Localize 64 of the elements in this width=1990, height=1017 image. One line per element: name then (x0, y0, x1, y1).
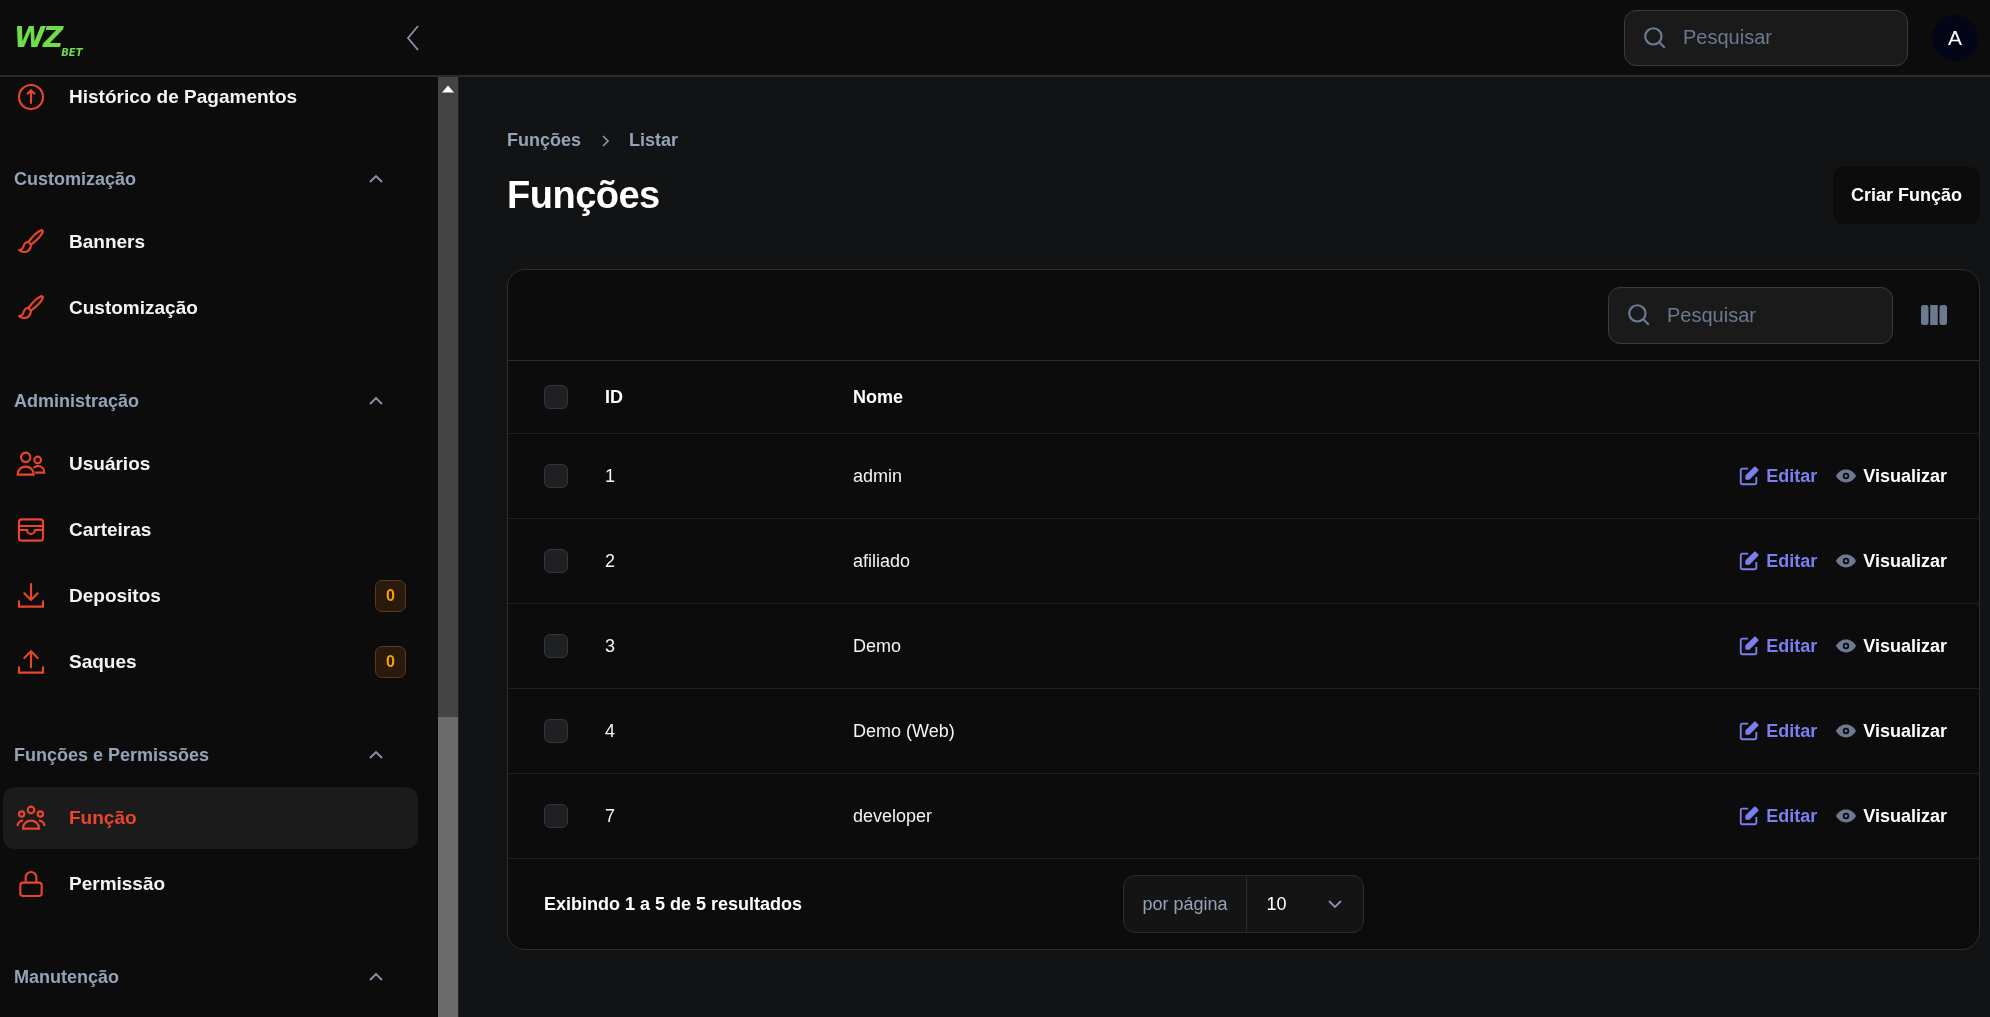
table-cell-text: developer (853, 805, 934, 827)
table-cell-text: 7 (605, 805, 616, 827)
sidebar-item[interactable]: Depositos 0 (3, 565, 418, 627)
scrollbar[interactable] (438, 77, 458, 1017)
column-header[interactable]: ID (605, 386, 853, 408)
sidebar-item[interactable]: Customização (3, 277, 418, 339)
section-header[interactable]: Funções e Permissões (0, 733, 418, 777)
table-cell-text: 3 (605, 635, 616, 657)
row-checkbox[interactable] (544, 634, 568, 658)
chevron-down-icon (1326, 899, 1343, 909)
section-header[interactable]: Customização (0, 157, 418, 201)
scroll-up-icon[interactable] (442, 85, 454, 93)
edit-link[interactable]: Editar (1738, 550, 1818, 572)
count-badge: 0 (375, 646, 406, 678)
edit-link[interactable]: Editar (1738, 720, 1818, 742)
sidebar-item[interactable]: Histórico de Pagamentos (3, 77, 418, 117)
search-field[interactable]: Pesquisar (1624, 9, 1908, 66)
view-link[interactable]: Visualizar (1835, 805, 1947, 827)
edit-icon (1738, 720, 1761, 742)
columns-icon[interactable] (1921, 305, 1947, 325)
edit-link[interactable]: Editar (1738, 635, 1818, 657)
page-title: Funções (507, 174, 660, 217)
table-cell-text: Demo (853, 635, 902, 657)
row-checkbox[interactable] (544, 464, 568, 488)
row-checkbox[interactable] (544, 719, 568, 743)
section-header[interactable]: Manutenção (0, 955, 418, 999)
per-page-select[interactable]: por página 10 (1123, 875, 1364, 933)
select-all-checkbox[interactable] (544, 385, 568, 409)
scrollbar-thumb[interactable] (438, 717, 458, 1017)
edit-link[interactable]: Editar (1738, 465, 1818, 487)
breadcrumb-link[interactable]: Funções (507, 130, 581, 151)
edit-icon (1738, 635, 1761, 657)
edit-icon (1738, 465, 1761, 487)
chevron-right-icon (601, 134, 609, 147)
view-link[interactable]: Visualizar (1835, 720, 1947, 742)
table-cell-text: afiliado (853, 550, 912, 572)
section-header[interactable]: Administração (0, 379, 418, 423)
view-link[interactable]: Visualizar (1835, 550, 1947, 572)
sidebar-item[interactable]: Usuários (3, 433, 418, 495)
results-summary: Exibindo 1 a 5 de 5 resultados (544, 893, 804, 915)
sidebar-item[interactable]: Saques 0 (3, 631, 418, 693)
table-cell-text: 2 (605, 550, 616, 572)
edit-icon (1738, 805, 1761, 827)
search-field[interactable]: Pesquisar (1608, 286, 1893, 344)
sidebar-item[interactable]: Permissão (3, 853, 418, 915)
breadcrumb-link[interactable]: Listar (629, 130, 679, 151)
sidebar-item[interactable]: Carteiras (3, 499, 418, 561)
collapse-sidebar-icon[interactable] (406, 23, 420, 52)
table-cell-text: 1 (605, 465, 616, 487)
table-cell-text: 4 (605, 720, 616, 742)
count-badge: 0 (375, 580, 406, 612)
edit-icon (1738, 550, 1761, 572)
sidebar-item[interactable]: Função (3, 787, 418, 849)
view-link[interactable]: Visualizar (1835, 465, 1947, 487)
row-checkbox[interactable] (544, 804, 568, 828)
user-avatar[interactable]: A (1932, 14, 1978, 61)
view-link[interactable]: Visualizar (1835, 635, 1947, 657)
sidebar-item[interactable]: Banners (3, 211, 418, 273)
create-button[interactable]: Criar Função (1832, 167, 1980, 224)
table-cell-text: Demo (Web) (853, 720, 956, 742)
column-header[interactable]: Nome (853, 386, 1947, 408)
edit-link[interactable]: Editar (1738, 805, 1818, 827)
row-checkbox[interactable] (544, 549, 568, 573)
table-cell-text: admin (853, 465, 904, 487)
